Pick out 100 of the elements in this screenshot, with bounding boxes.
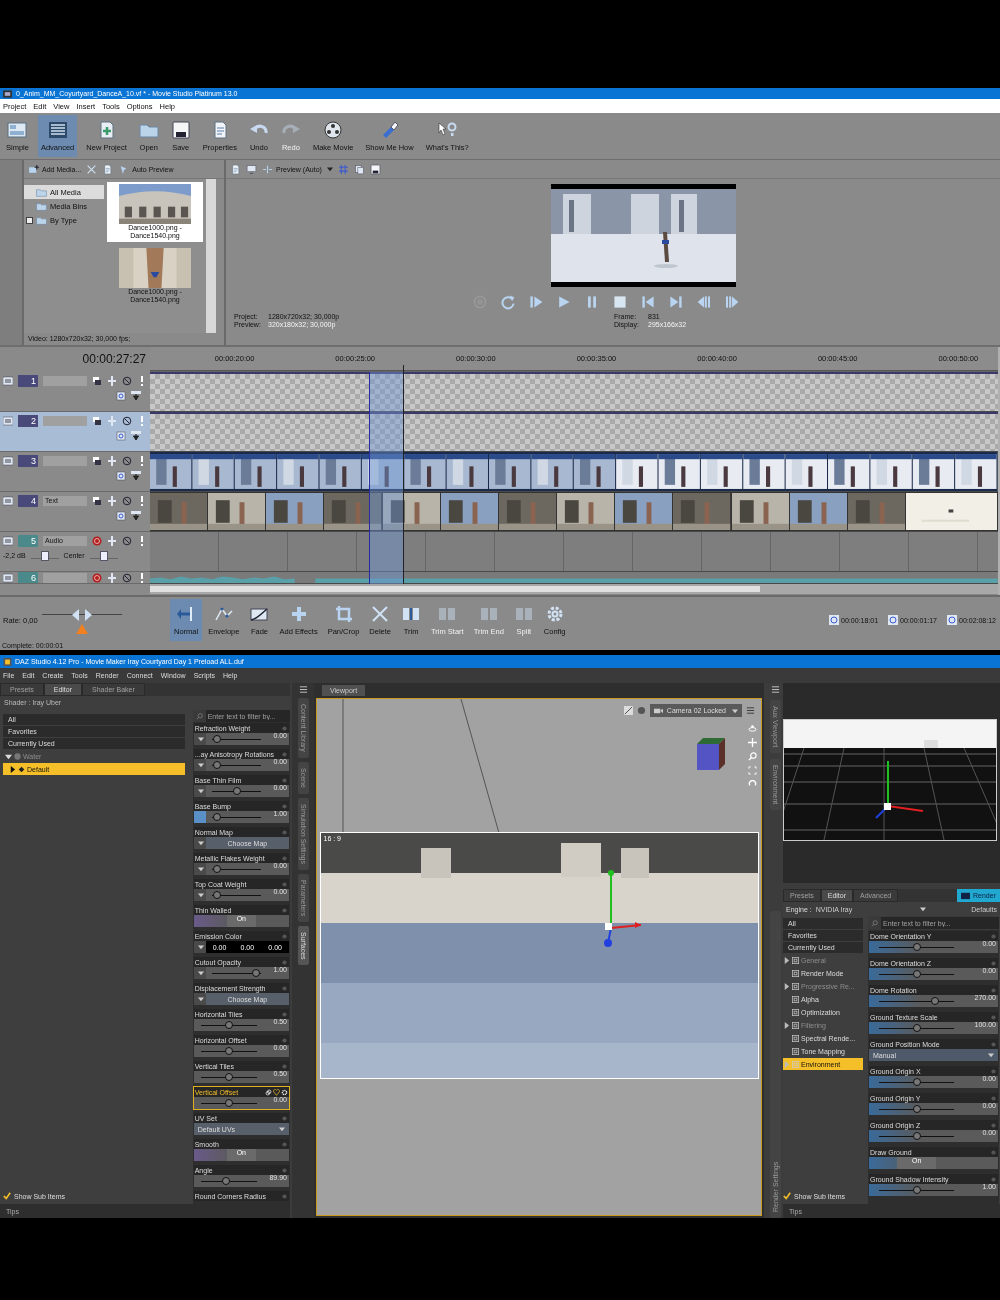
scrollbar[interactable] (150, 584, 998, 594)
loop-icon[interactable] (500, 294, 516, 310)
track-name-field[interactable] (43, 573, 87, 583)
record-arm-icon[interactable] (92, 536, 102, 546)
slider-thumb[interactable] (213, 891, 222, 899)
dropdown-button[interactable] (193, 889, 206, 901)
effects-icon[interactable] (107, 376, 117, 386)
mute-icon[interactable] (122, 573, 132, 583)
dropdown-button[interactable] (193, 967, 206, 979)
down-arrow-icon[interactable] (131, 431, 141, 441)
go-to-end-icon[interactable] (668, 294, 684, 310)
expand-icon[interactable] (26, 216, 33, 224)
track-name-field[interactable] (43, 416, 87, 426)
effects-icon[interactable] (107, 496, 117, 506)
down-arrow-icon[interactable] (131, 391, 141, 401)
track-menu-icon[interactable] (3, 376, 13, 386)
compositing-icon[interactable] (92, 376, 102, 386)
selection-region[interactable] (369, 372, 404, 584)
slider-thumb[interactable] (224, 1099, 233, 1107)
slider-thumb[interactable] (912, 1105, 921, 1113)
document-icon[interactable] (230, 163, 241, 175)
slider-thumb[interactable] (931, 997, 940, 1005)
slider-thumb[interactable] (912, 1078, 921, 1086)
slider-thumb[interactable] (912, 943, 921, 951)
previous-frame-icon[interactable] (696, 294, 712, 310)
dropdown-button[interactable] (193, 837, 206, 849)
copy-icon[interactable] (353, 163, 365, 175)
texture-swatch[interactable] (193, 811, 206, 823)
alpha-icon[interactable] (116, 391, 126, 401)
folder-icon (36, 200, 47, 212)
document-icon[interactable] (102, 163, 114, 175)
track-menu-icon[interactable] (3, 456, 13, 466)
audio-track-area[interactable] (150, 532, 998, 571)
track-header[interactable]: 3 (0, 452, 150, 492)
mute-icon[interactable] (122, 536, 132, 546)
pan-icon[interactable] (748, 738, 757, 747)
alpha-icon[interactable] (116, 471, 126, 481)
effects-icon[interactable] (107, 536, 117, 546)
play-from-start-icon[interactable] (528, 294, 544, 310)
play-icon[interactable] (556, 294, 572, 310)
slider-thumb[interactable] (912, 970, 921, 978)
down-arrow-icon[interactable] (131, 471, 141, 481)
track-header[interactable]: 6 (0, 572, 150, 584)
heart-icon[interactable] (273, 1088, 280, 1096)
track-menu-icon[interactable] (3, 416, 13, 426)
mute-icon[interactable] (122, 376, 132, 386)
slider-thumb[interactable] (251, 969, 260, 977)
mute-icon[interactable] (122, 496, 132, 506)
slider-thumb[interactable] (224, 1073, 233, 1081)
slider-thumb[interactable] (222, 1177, 231, 1185)
slider-thumb[interactable] (213, 761, 222, 769)
scrollbar[interactable] (206, 179, 216, 333)
stop-icon[interactable] (612, 294, 628, 310)
dropdown-button[interactable] (193, 733, 206, 745)
empty-track-area[interactable] (150, 372, 998, 411)
orbit-icon[interactable] (748, 724, 757, 733)
monitor-icon[interactable] (246, 163, 257, 175)
slider-thumb[interactable] (224, 1047, 233, 1055)
slider-thumb[interactable] (232, 787, 241, 795)
effects-icon[interactable] (107, 573, 117, 583)
zoom-icon[interactable] (748, 752, 757, 761)
slider-thumb[interactable] (224, 1021, 233, 1029)
next-frame-icon[interactable] (724, 294, 740, 310)
volume-slider[interactable] (30, 551, 59, 559)
settings-icon[interactable] (281, 1088, 288, 1096)
dropdown-button[interactable] (193, 941, 206, 953)
scrollbar[interactable] (997, 347, 1000, 595)
track-menu-icon[interactable] (3, 573, 13, 583)
mute-icon[interactable] (122, 456, 132, 466)
dropdown-button[interactable] (193, 993, 206, 1005)
slider-thumb[interactable] (213, 865, 222, 873)
slider-thumb[interactable] (912, 1024, 921, 1032)
track-header[interactable]: 2 (0, 412, 150, 452)
panel-menu-icon[interactable] (746, 706, 755, 715)
link-icon[interactable] (265, 1088, 272, 1096)
compositing-icon[interactable] (92, 416, 102, 426)
render-icon[interactable] (623, 706, 633, 715)
slider-thumb[interactable] (213, 813, 222, 821)
track-menu-icon[interactable] (3, 496, 13, 506)
alpha-icon[interactable] (116, 511, 126, 521)
pan-slider[interactable] (89, 551, 118, 559)
go-to-start-icon[interactable] (640, 294, 656, 310)
record-arm-icon[interactable] (92, 573, 102, 583)
down-arrow-icon[interactable] (131, 511, 141, 521)
mute-icon[interactable] (122, 416, 132, 426)
reset-icon[interactable] (748, 780, 757, 789)
slider-thumb[interactable] (912, 1132, 921, 1140)
slider-thumb[interactable] (912, 1186, 921, 1194)
compositing-icon[interactable] (92, 496, 102, 506)
aux-viewport[interactable] (783, 683, 1000, 883)
dropdown-button[interactable] (193, 759, 206, 771)
save-icon[interactable] (369, 163, 381, 175)
dropdown-button[interactable] (193, 863, 206, 875)
alpha-icon[interactable] (116, 431, 126, 441)
track-menu-icon[interactable] (3, 536, 13, 546)
dropdown-button[interactable] (193, 785, 206, 797)
delete-icon[interactable] (86, 163, 98, 175)
effects-icon[interactable] (107, 456, 117, 466)
slider-thumb[interactable] (213, 735, 222, 743)
compositing-icon[interactable] (92, 456, 102, 466)
